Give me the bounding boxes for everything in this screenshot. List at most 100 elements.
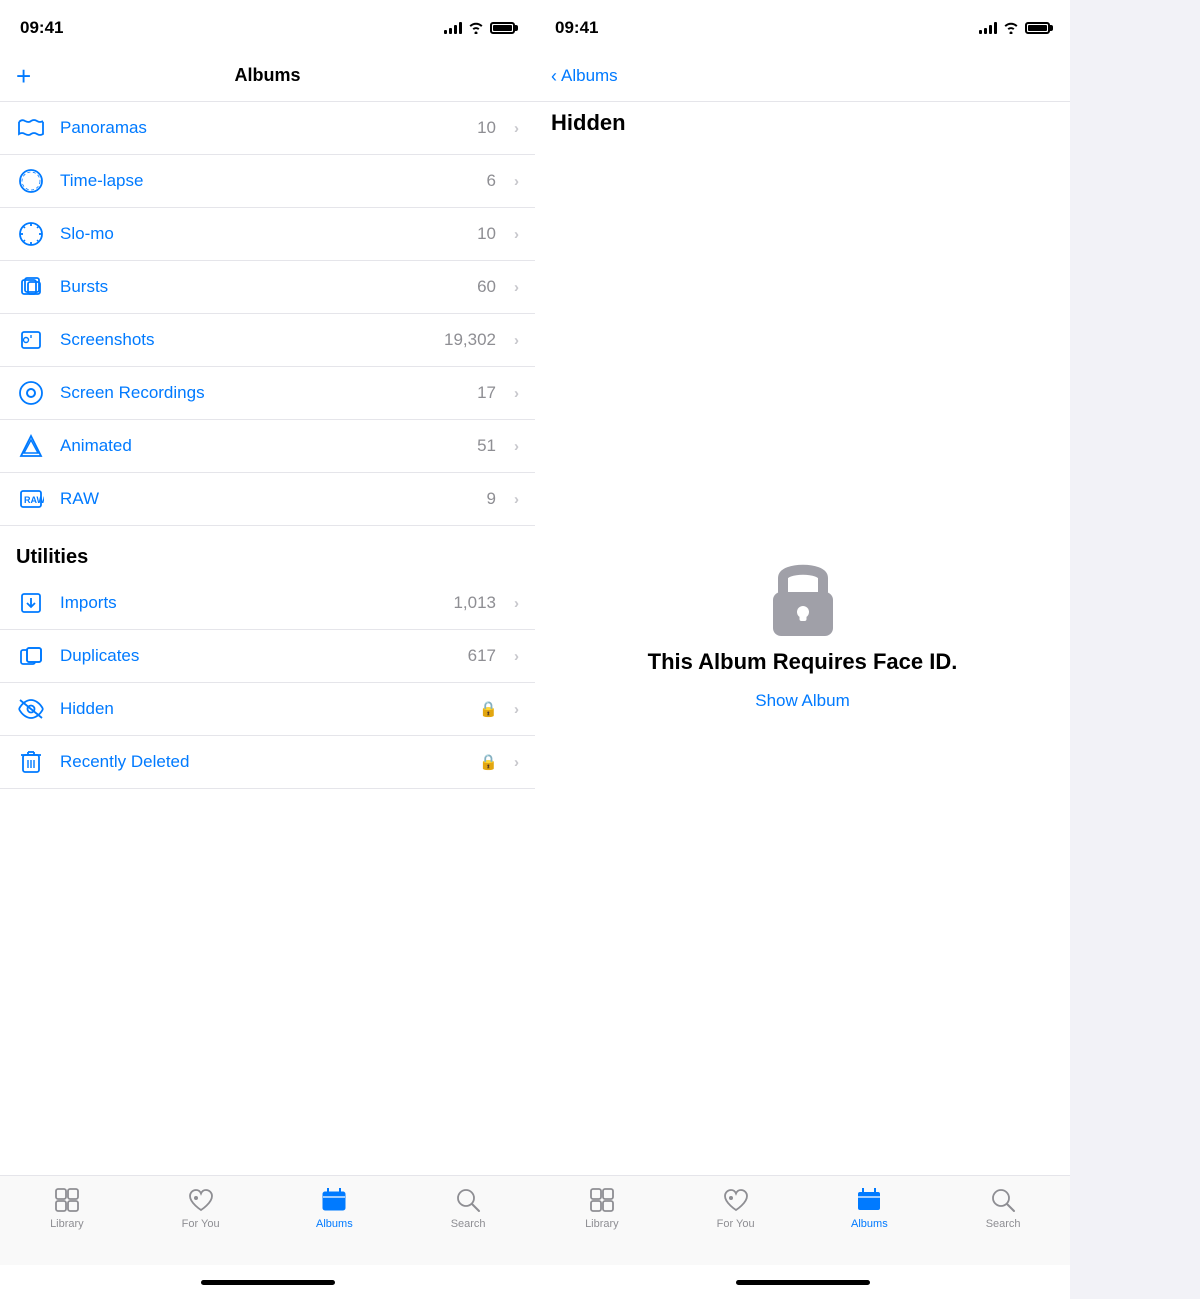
list-item-bursts[interactable]: Bursts 60 › [0,261,535,314]
bursts-count: 60 [477,277,496,297]
status-bar-right: 09:41 [535,0,1070,50]
list-item-slomo[interactable]: Slo-mo 10 › [0,208,535,261]
slomo-icon [16,219,46,249]
screenrec-label: Screen Recordings [60,383,463,403]
imports-label: Imports [60,593,439,613]
status-icons-left [444,22,515,34]
show-album-button[interactable]: Show Album [755,691,850,711]
raw-label: RAW [60,489,473,509]
raw-chevron: › [514,491,519,508]
imports-chevron: › [514,595,519,612]
tab-foryou-right[interactable]: For You [701,1186,771,1230]
tab-albums-label-left: Albums [316,1218,353,1230]
screenshots-chevron: › [514,332,519,349]
screenshots-label: Screenshots [60,330,430,350]
tab-library-label-right: Library [585,1218,619,1230]
animated-chevron: › [514,438,519,455]
screenshots-icon [16,325,46,355]
status-icons-right [979,22,1050,34]
slomo-label: Slo-mo [60,224,463,244]
timelapse-icon [16,166,46,196]
back-button[interactable]: ‹ Albums [551,66,618,86]
nav-bar-left: + Albums [0,50,535,102]
tab-bar-left: Library For You Albums [0,1175,535,1265]
signal-icon-left [444,22,462,34]
duplicates-chevron: › [514,648,519,665]
albums-tab-icon-right [855,1186,883,1214]
hidden-label: Hidden [60,699,465,719]
tab-search-right[interactable]: Search [968,1186,1038,1230]
animated-count: 51 [477,436,496,456]
tab-search-label-right: Search [986,1218,1021,1230]
list-item-imports[interactable]: Imports 1,013 › [0,577,535,630]
duplicates-label: Duplicates [60,646,454,666]
tab-albums-right[interactable]: Albums [834,1186,904,1230]
face-id-lock-icon [763,557,843,637]
bursts-icon [16,272,46,302]
tab-foryou-label-left: For You [182,1218,220,1230]
search-tab-icon-right [989,1186,1017,1214]
signal-icon-right [979,22,997,34]
add-album-button[interactable]: + [16,63,56,89]
hidden-page-title: Hidden [535,102,1070,152]
foryou-tab-icon-right [722,1186,750,1214]
screenrec-count: 17 [477,383,496,403]
tab-search-left[interactable]: Search [433,1186,503,1230]
list-item-timelapse[interactable]: Time-lapse 6 › [0,155,535,208]
nav-bar-right: ‹ Albums [535,50,1070,102]
raw-count: 9 [487,489,496,509]
wifi-icon-left [468,22,484,34]
hidden-lock-icon: 🔒 [479,700,498,718]
slomo-chevron: › [514,226,519,243]
left-screen: 09:41 + Albums [0,0,535,1299]
tab-foryou-label-right: For You [717,1218,755,1230]
imports-icon [16,588,46,618]
right-screen: 09:41 ‹ Albums Hidden [535,0,1070,1299]
status-bar-left: 09:41 [0,0,535,50]
svg-text:RAW: RAW [24,495,44,505]
trash-icon [16,747,46,777]
tab-search-label-left: Search [451,1218,486,1230]
tab-albums-label-right: Albums [851,1218,888,1230]
library-tab-icon-left [53,1186,81,1214]
tab-library-left[interactable]: Library [32,1186,102,1230]
tab-foryou-left[interactable]: For You [166,1186,236,1230]
list-item-screenshots[interactable]: Screenshots 19,302 › [0,314,535,367]
screenshots-count: 19,302 [444,330,496,350]
tab-bar-right: Library For You Albums [535,1175,1070,1265]
utilities-section-header: Utilities [0,526,535,577]
raw-icon: RAW [16,484,46,514]
search-tab-icon-left [454,1186,482,1214]
list-item-raw[interactable]: RAW RAW 9 › [0,473,535,526]
list-item-hidden[interactable]: Hidden 🔒 › [0,683,535,736]
list-item-screenrec[interactable]: Screen Recordings 17 › [0,367,535,420]
timelapse-count: 6 [487,171,496,191]
foryou-tab-icon-left [187,1186,215,1214]
tab-albums-left[interactable]: Albums [299,1186,369,1230]
list-item-recently-deleted[interactable]: Recently Deleted 🔒 › [0,736,535,789]
list-item-panoramas[interactable]: Panoramas 10 › [0,102,535,155]
tab-library-label-left: Library [50,1218,84,1230]
recently-deleted-lock-icon: 🔒 [479,753,498,771]
home-indicator-left [0,1265,535,1299]
status-time-left: 09:41 [20,18,63,38]
list-item-animated[interactable]: Animated 51 › [0,420,535,473]
lock-container: This Album Requires Face ID. Show Album [535,152,1070,1175]
animated-icon [16,431,46,461]
panoramas-label: Panoramas [60,118,463,138]
hidden-chevron: › [514,701,519,718]
library-tab-icon-right [588,1186,616,1214]
albums-list: Panoramas 10 › Time-lapse 6 › [0,102,535,1175]
panoramas-chevron: › [514,120,519,137]
battery-icon-left [490,22,515,34]
recently-deleted-chevron: › [514,754,519,771]
albums-tab-icon-left [320,1186,348,1214]
tab-library-right[interactable]: Library [567,1186,637,1230]
slomo-count: 10 [477,224,496,244]
status-time-right: 09:41 [555,18,598,38]
battery-icon-right [1025,22,1050,34]
home-indicator-right [535,1265,1070,1299]
page-title-left: Albums [56,65,479,86]
animated-label: Animated [60,436,463,456]
list-item-duplicates[interactable]: Duplicates 617 › [0,630,535,683]
